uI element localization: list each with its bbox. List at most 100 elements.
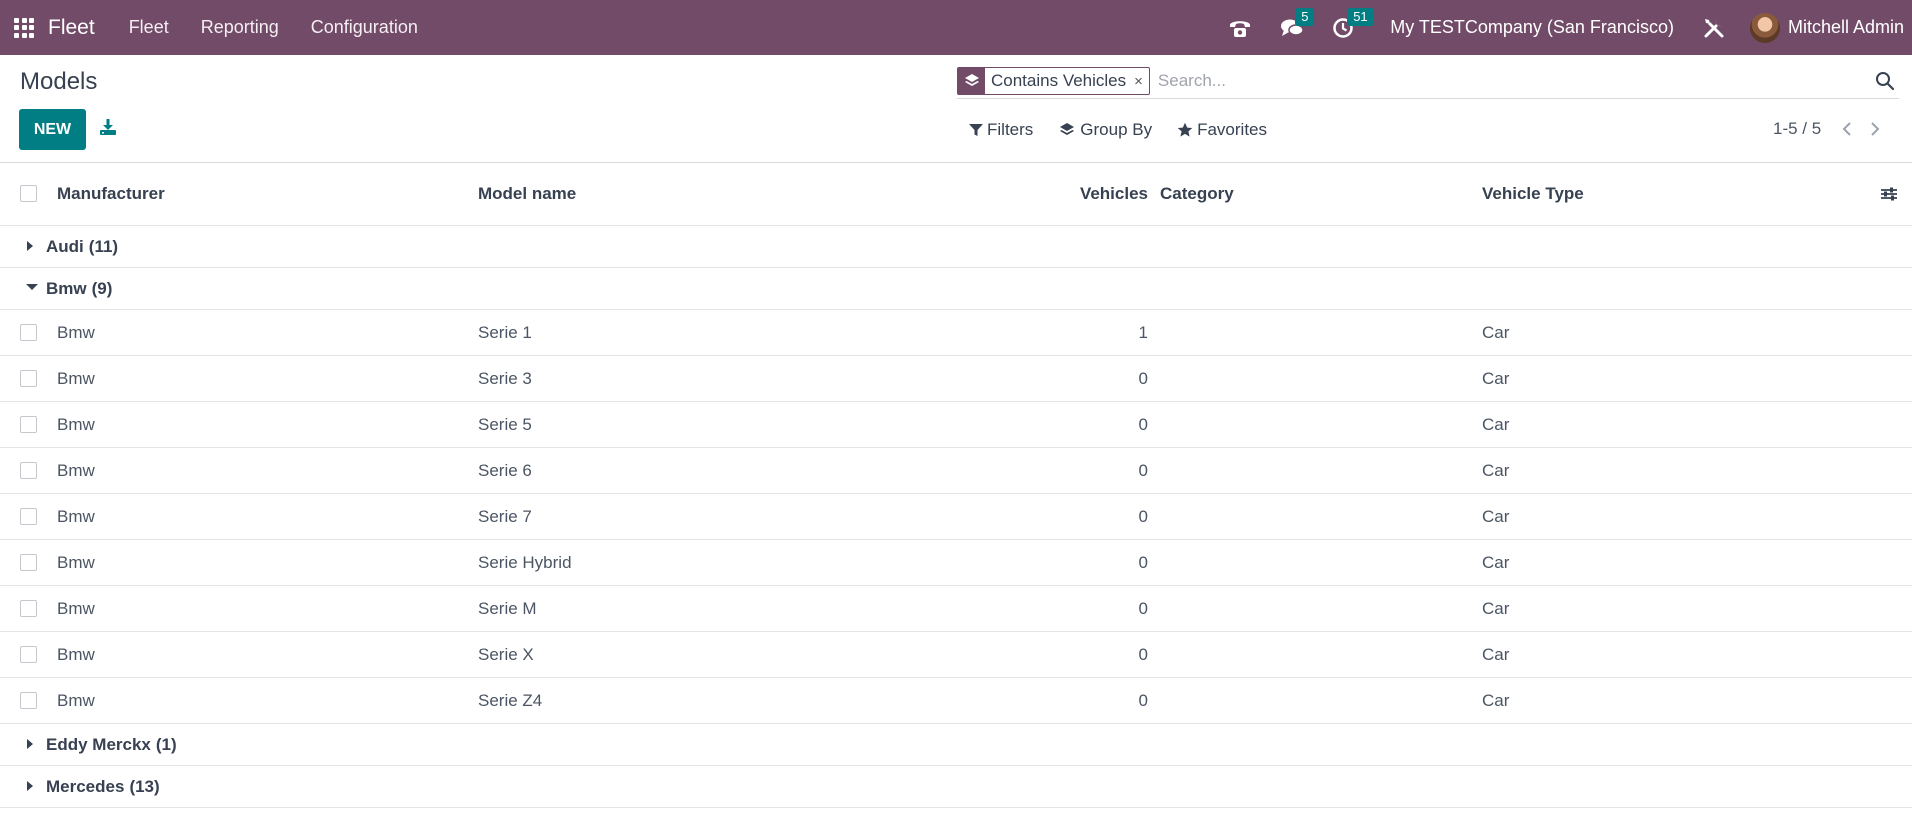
- cell-model-name: Serie 7: [478, 506, 532, 526]
- table-row[interactable]: Bmw Serie Hybrid 0 Car: [0, 540, 1912, 586]
- row-checkbox[interactable]: [20, 415, 37, 433]
- group-label: Bmw (9): [46, 268, 112, 309]
- column-manufacturer[interactable]: Manufacturer: [57, 163, 165, 225]
- cell-vehicle-type: Car: [1482, 368, 1510, 388]
- cell-vehicles: 0: [1138, 368, 1148, 388]
- cell-model-name: Serie 1: [478, 322, 532, 342]
- column-model-name[interactable]: Model name: [478, 163, 576, 225]
- settings-tools-icon[interactable]: [1702, 16, 1726, 40]
- row-checkbox[interactable]: [20, 599, 37, 617]
- activities-count-badge: 51: [1347, 7, 1374, 26]
- menu-item-fleet[interactable]: Fleet: [113, 17, 185, 38]
- page-title[interactable]: Models: [20, 68, 97, 96]
- table-row[interactable]: Bmw Serie 3 0 Car: [0, 356, 1912, 402]
- group-count: (11): [88, 236, 119, 256]
- search-input[interactable]: [1157, 71, 1858, 91]
- row-checkbox[interactable]: [20, 553, 37, 571]
- main-menu: Fleet Reporting Configuration: [113, 17, 434, 38]
- clock-icon[interactable]: 51: [1332, 7, 1374, 39]
- cell-manufacturer: Bmw: [57, 552, 95, 572]
- search-icon[interactable]: [1875, 71, 1895, 91]
- layers-icon: [1060, 123, 1075, 135]
- facet-value: Contains Vehicles: [991, 71, 1127, 90]
- group-row-audi[interactable]: Audi (11): [0, 226, 1912, 268]
- apps-grid-icon[interactable]: [14, 17, 34, 38]
- select-all-checkbox[interactable]: [20, 185, 37, 202]
- caret-right-icon: [27, 738, 33, 749]
- row-checkbox[interactable]: [20, 507, 37, 525]
- cell-model-name: Serie 5: [478, 414, 532, 434]
- group-name: Audi: [46, 236, 84, 256]
- cell-vehicle-type: Car: [1482, 414, 1510, 434]
- menu-item-reporting[interactable]: Reporting: [185, 17, 295, 38]
- cell-vehicles: 0: [1138, 460, 1148, 480]
- group-label: Eddy Merckx (1): [46, 724, 177, 765]
- cell-vehicles: 0: [1138, 414, 1148, 434]
- app-brand[interactable]: Fleet: [48, 16, 95, 40]
- top-navbar: Fleet Fleet Reporting Configuration 5 51…: [0, 0, 1912, 55]
- menu-item-configuration[interactable]: Configuration: [295, 17, 434, 38]
- avatar: [1749, 12, 1780, 43]
- cell-model-name: Serie Z4: [478, 690, 543, 710]
- cell-vehicles: 0: [1138, 690, 1148, 710]
- row-checkbox[interactable]: [20, 645, 37, 663]
- optional-columns-icon[interactable]: [1880, 185, 1898, 208]
- messages-count-badge: 5: [1295, 7, 1315, 26]
- company-switcher[interactable]: My TESTCompany (San Francisco): [1390, 17, 1674, 38]
- chevron-left-icon[interactable]: [1841, 121, 1853, 137]
- group-by-label: Group By: [1080, 120, 1153, 139]
- cell-manufacturer: Bmw: [57, 368, 95, 388]
- group-by-toggle[interactable]: Group By: [1058, 120, 1152, 140]
- group-name: Eddy Merckx: [46, 734, 151, 754]
- cell-model-name: Serie 6: [478, 460, 532, 480]
- filters-label: Filters: [987, 120, 1034, 139]
- filters-toggle[interactable]: Filters: [969, 120, 1033, 140]
- group-count: (1): [155, 734, 177, 754]
- column-vehicles[interactable]: Vehicles: [960, 163, 1148, 225]
- row-checkbox[interactable]: [20, 369, 37, 387]
- phone-icon[interactable]: [1228, 17, 1252, 39]
- pager-value[interactable]: 1-5 / 5: [1773, 119, 1821, 139]
- caret-down-icon: [26, 283, 38, 290]
- navbar-systray: 5 51 My TESTCompany (San Francisco) Mitc…: [1214, 0, 1912, 55]
- table-row[interactable]: Bmw Serie 5 0 Car: [0, 402, 1912, 448]
- user-menu[interactable]: Mitchell Admin: [1749, 12, 1904, 43]
- group-row-mercedes[interactable]: Mercedes (13): [0, 766, 1912, 808]
- group-name: Bmw: [46, 278, 87, 298]
- chevron-right-icon[interactable]: [1869, 121, 1881, 137]
- cell-vehicle-type: Car: [1482, 322, 1510, 342]
- star-icon: [1177, 122, 1193, 137]
- group-count: (13): [129, 776, 160, 796]
- cell-vehicle-type: Car: [1482, 552, 1510, 572]
- cell-manufacturer: Bmw: [57, 598, 95, 618]
- column-vehicle-type[interactable]: Vehicle Type: [1482, 163, 1584, 225]
- table-row[interactable]: Bmw Serie 6 0 Car: [0, 448, 1912, 494]
- cell-vehicles: 1: [1138, 322, 1148, 342]
- row-checkbox[interactable]: [20, 691, 37, 709]
- table-row[interactable]: Bmw Serie 1 1 Car: [0, 310, 1912, 356]
- new-button[interactable]: NEW: [19, 109, 86, 150]
- row-checkbox[interactable]: [20, 461, 37, 479]
- chat-icon[interactable]: 5: [1280, 7, 1315, 39]
- group-row-eddy-merckx[interactable]: Eddy Merckx (1): [0, 724, 1912, 766]
- search-bar: Contains Vehicles ×: [957, 64, 1899, 99]
- table-row[interactable]: Bmw Serie M 0 Car: [0, 586, 1912, 632]
- cell-model-name: Serie X: [478, 644, 534, 664]
- cell-vehicles: 0: [1138, 552, 1148, 572]
- download-icon[interactable]: [99, 118, 117, 141]
- cell-manufacturer: Bmw: [57, 460, 95, 480]
- table-row[interactable]: Bmw Serie 7 0 Car: [0, 494, 1912, 540]
- layers-icon: [958, 68, 985, 94]
- group-count: (9): [91, 278, 113, 298]
- facet-remove-button[interactable]: ×: [1132, 68, 1149, 94]
- pager: 1-5 / 5: [1773, 119, 1897, 139]
- table-row[interactable]: Bmw Serie Z4 0 Car: [0, 678, 1912, 724]
- cell-model-name: Serie M: [478, 598, 537, 618]
- table-row[interactable]: Bmw Serie X 0 Car: [0, 632, 1912, 678]
- group-row-bmw[interactable]: Bmw (9): [0, 268, 1912, 310]
- column-category[interactable]: Category: [1160, 163, 1234, 225]
- row-checkbox[interactable]: [20, 323, 37, 341]
- favorites-toggle[interactable]: Favorites: [1177, 120, 1267, 140]
- search-facet: Contains Vehicles ×: [957, 67, 1150, 95]
- cell-vehicle-type: Car: [1482, 506, 1510, 526]
